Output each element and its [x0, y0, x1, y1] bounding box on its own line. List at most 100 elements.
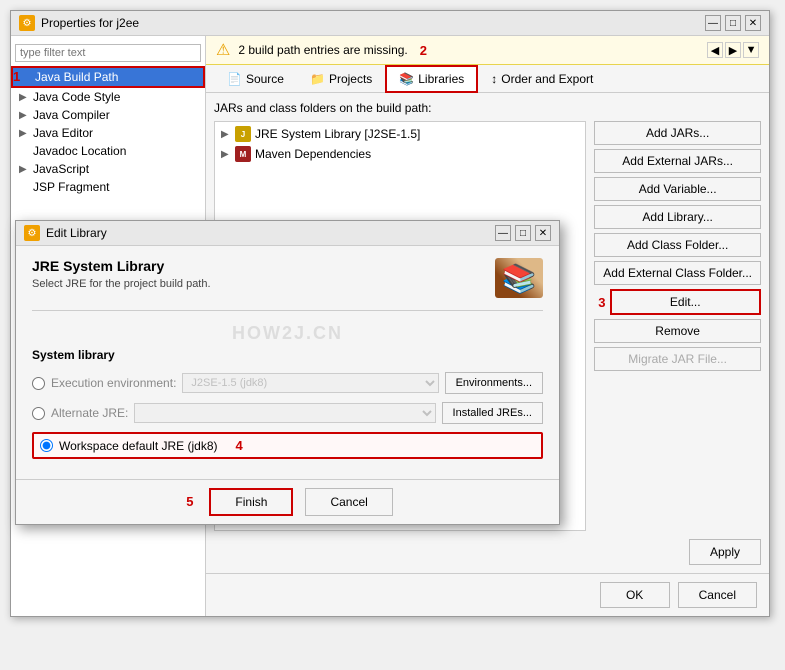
warning-bar: ⚠ 2 build path entries are missing. 2 ◀ … — [206, 36, 769, 65]
dialog-bottom: 5 Finish Cancel — [16, 479, 559, 524]
cancel-button[interactable]: Cancel — [678, 582, 757, 608]
watermark: HOW2J.CN — [32, 323, 543, 344]
tab-source-label: Source — [246, 72, 284, 86]
add-external-jars-button[interactable]: Add External JARs... — [594, 149, 761, 173]
step-5-badge: 5 — [186, 488, 193, 516]
add-class-folder-button[interactable]: Add Class Folder... — [594, 233, 761, 257]
books-icon: 📚 — [495, 258, 543, 298]
sidebar-item-label: Java Build Path — [35, 70, 118, 84]
main-bottom-bar: OK Cancel — [206, 573, 769, 616]
tab-projects[interactable]: 📁 Projects — [297, 65, 385, 92]
window-title: Properties for j2ee — [41, 16, 139, 30]
lib-item-maven[interactable]: ▶ M Maven Dependencies — [217, 144, 583, 164]
tabs-bar: 📄 Source 📁 Projects 📚 Libraries ↕ Order … — [206, 65, 769, 93]
dialog-cancel-button[interactable]: Cancel — [305, 488, 392, 516]
maven-item-label: Maven Dependencies — [255, 147, 371, 161]
sidebar-item-java-editor[interactable]: ▶ Java Editor — [11, 124, 205, 142]
sidebar-item-java-compiler[interactable]: ▶ Java Compiler — [11, 106, 205, 124]
minimize-button[interactable]: — — [705, 15, 721, 31]
dialog-close-button[interactable]: ✕ — [535, 225, 551, 241]
migrate-jar-button[interactable]: Migrate JAR File... — [594, 347, 761, 371]
projects-tab-icon: 📁 — [310, 72, 325, 86]
sidebar-item-label: Java Compiler — [33, 108, 110, 122]
remove-button[interactable]: Remove — [594, 319, 761, 343]
warning-nav: ◀ ▶ ▼ — [707, 42, 759, 58]
expand-arrow-maven: ▶ — [221, 149, 231, 160]
maximize-button[interactable]: □ — [725, 15, 741, 31]
sidebar-item-java-build-path[interactable]: Java Build Path — [11, 66, 205, 88]
step-2-badge: 2 — [420, 43, 427, 58]
sidebar-item-javadoc-location[interactable]: Javadoc Location — [11, 142, 205, 160]
execution-env-radio[interactable] — [32, 377, 45, 390]
warning-message: 2 build path entries are missing. — [238, 43, 407, 57]
dialog-minimize-button[interactable]: — — [495, 225, 511, 241]
expand-arrow: ▶ — [19, 128, 29, 139]
environments-button[interactable]: Environments... — [445, 372, 543, 394]
expand-arrow: ▶ — [19, 92, 29, 103]
workspace-default-radio[interactable] — [40, 439, 53, 452]
dialog-controls: — □ ✕ — [495, 225, 551, 241]
dialog-title: Edit Library — [46, 226, 107, 240]
tab-order-export-label: Order and Export — [501, 72, 593, 86]
close-button[interactable]: ✕ — [745, 15, 761, 31]
dialog-header-text: JRE System Library Select JRE for the pr… — [32, 258, 211, 290]
add-variable-button[interactable]: Add Variable... — [594, 177, 761, 201]
workspace-default-row: Workspace default JRE (jdk8) 4 — [32, 432, 543, 459]
alternate-jre-label: Alternate JRE: — [51, 406, 128, 420]
tab-order-export[interactable]: ↕ Order and Export — [478, 65, 606, 92]
dialog-maximize-button[interactable]: □ — [515, 225, 531, 241]
nav-back-button[interactable]: ◀ — [707, 42, 723, 58]
lib-buttons: Add JARs... Add External JARs... Add Var… — [594, 121, 761, 531]
ok-button[interactable]: OK — [600, 582, 670, 608]
sidebar-item-jsp-fragment[interactable]: JSP Fragment — [11, 178, 205, 196]
sidebar-item-label: Java Code Style — [33, 90, 120, 104]
titlebar-controls: — □ ✕ — [705, 15, 761, 31]
sidebar-item-label: JSP Fragment — [33, 180, 109, 194]
dialog-title-left: ⚙ Edit Library — [24, 225, 107, 241]
installed-jres-button[interactable]: Installed JREs... — [442, 402, 543, 424]
expand-arrow: ▶ — [19, 164, 29, 175]
filter-input[interactable] — [15, 44, 201, 62]
tab-libraries[interactable]: 📚 Libraries — [385, 65, 478, 93]
dialog-titlebar: ⚙ Edit Library — □ ✕ — [16, 221, 559, 246]
alternate-jre-select[interactable] — [134, 403, 435, 423]
sidebar-item-label: Java Editor — [33, 126, 93, 140]
sidebar-item-javascript[interactable]: ▶ JavaScript — [11, 160, 205, 178]
finish-button[interactable]: Finish — [209, 488, 293, 516]
expand-arrow-jre: ▶ — [221, 129, 231, 140]
edit-button[interactable]: Edit... — [610, 289, 762, 315]
tab-source[interactable]: 📄 Source — [214, 65, 297, 92]
alternate-jre-radio[interactable] — [32, 407, 45, 420]
lib-item-jre[interactable]: ▶ J JRE System Library [J2SE-1.5] — [217, 124, 583, 144]
dialog-lib-subtitle: Select JRE for the project build path. — [32, 278, 211, 290]
jre-icon: J — [235, 126, 251, 142]
sidebar-item-label: Javadoc Location — [33, 144, 126, 158]
dialog-header: JRE System Library Select JRE for the pr… — [32, 258, 543, 298]
expand-arrow: ▶ — [19, 110, 29, 121]
edit-dialog: ⚙ Edit Library — □ ✕ JRE System Library … — [15, 220, 560, 525]
jre-item-label: JRE System Library [J2SE-1.5] — [255, 127, 420, 141]
warning-icon: ⚠ — [216, 40, 230, 60]
execution-env-row: Execution environment: J2SE-1.5 (jdk8) E… — [32, 372, 543, 394]
execution-env-select[interactable]: J2SE-1.5 (jdk8) — [182, 373, 438, 393]
sidebar-item-label: JavaScript — [33, 162, 89, 176]
nav-menu-button[interactable]: ▼ — [743, 42, 759, 58]
libraries-tab-icon: 📚 — [399, 72, 414, 86]
main-titlebar: ⚙ Properties for j2ee — □ ✕ — [11, 11, 769, 36]
add-library-button[interactable]: Add Library... — [594, 205, 761, 229]
nav-forward-button[interactable]: ▶ — [725, 42, 741, 58]
alternate-jre-row: Alternate JRE: Installed JREs... — [32, 402, 543, 424]
system-lib-label: System library — [32, 348, 543, 362]
dialog-lib-title: JRE System Library — [32, 258, 211, 274]
apply-row: Apply — [214, 531, 761, 565]
maven-icon: M — [235, 146, 251, 162]
step-1-badge: 1 — [13, 69, 20, 84]
add-external-class-folder-button[interactable]: Add External Class Folder... — [594, 261, 761, 285]
libraries-description: JARs and class folders on the build path… — [214, 101, 761, 115]
add-jars-button[interactable]: Add JARs... — [594, 121, 761, 145]
sidebar-item-java-code-style[interactable]: ▶ Java Code Style — [11, 88, 205, 106]
workspace-default-label: Workspace default JRE (jdk8) — [59, 439, 218, 453]
apply-button[interactable]: Apply — [689, 539, 761, 565]
source-tab-icon: 📄 — [227, 72, 242, 86]
titlebar-left: ⚙ Properties for j2ee — [19, 15, 139, 31]
